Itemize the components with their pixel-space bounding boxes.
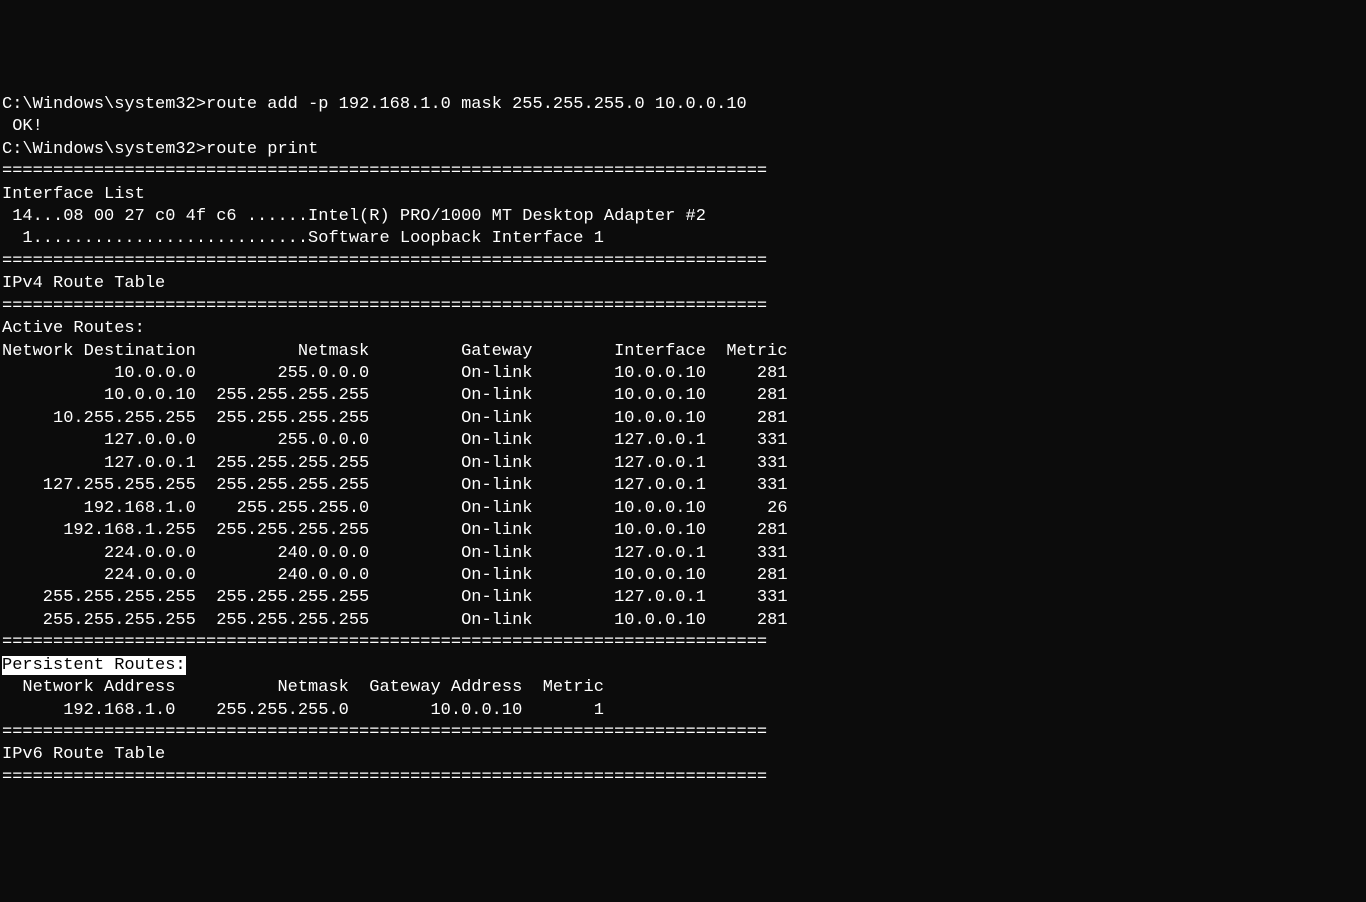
command-route-add: route add -p 192.168.1.0 mask 255.255.25…	[206, 95, 747, 114]
heading-line: Interface List	[2, 184, 1364, 206]
separator-line: ========================================…	[2, 161, 1364, 183]
route-entry: 255.255.255.255 255.255.255.255 On-link …	[2, 588, 788, 607]
table-row: 192.168.1.0 255.255.255.0 On-link 10.0.0…	[2, 498, 1364, 520]
table-row: 224.0.0.0 240.0.0.0 On-link 127.0.0.1 33…	[2, 543, 1364, 565]
interface-line: 1...........................Software Loo…	[2, 228, 1364, 250]
route-entry: 127.255.255.255 255.255.255.255 On-link …	[2, 476, 788, 495]
terminal-output[interactable]: C:\Windows\system32>route add -p 192.168…	[2, 94, 1364, 790]
heading-line: Persistent Routes:	[2, 655, 1364, 677]
persistent-routes-header: Network Address Netmask Gateway Address …	[2, 678, 604, 697]
table-row: 224.0.0.0 240.0.0.0 On-link 10.0.0.10 28…	[2, 565, 1364, 587]
route-entry: 10.0.0.0 255.0.0.0 On-link 10.0.0.10 281	[2, 364, 788, 383]
heading-line: IPv4 Route Table	[2, 273, 1364, 295]
table-row: 192.168.1.0 255.255.255.0 10.0.0.10 1	[2, 700, 1364, 722]
response-line: OK!	[2, 116, 1364, 138]
interface-entry: 14...08 00 27 c0 4f c6 ......Intel(R) PR…	[2, 207, 706, 226]
prompt: C:\Windows\system32>	[2, 140, 206, 159]
command-line: C:\Windows\system32>route add -p 192.168…	[2, 94, 1364, 116]
persistent-routes-heading: Persistent Routes:	[2, 656, 186, 675]
interface-list-heading: Interface List	[2, 185, 145, 204]
separator-line: ========================================…	[2, 251, 1364, 273]
active-routes-heading: Active Routes:	[2, 319, 145, 338]
ipv6-route-table-heading: IPv6 Route Table	[2, 745, 165, 764]
route-entry: 224.0.0.0 240.0.0.0 On-link 10.0.0.10 28…	[2, 566, 788, 585]
table-row: 192.168.1.255 255.255.255.255 On-link 10…	[2, 520, 1364, 542]
active-routes-header: Network Destination Netmask Gateway Inte…	[2, 342, 788, 361]
separator: ========================================…	[2, 162, 767, 181]
command-route-print: route print	[206, 140, 318, 159]
separator-line: ========================================…	[2, 722, 1364, 744]
separator: ========================================…	[2, 723, 767, 742]
table-row: 10.255.255.255 255.255.255.255 On-link 1…	[2, 408, 1364, 430]
interface-entry: 1...........................Software Loo…	[2, 229, 604, 248]
prompt: C:\Windows\system32>	[2, 95, 206, 114]
heading-line: IPv6 Route Table	[2, 744, 1364, 766]
route-entry: 255.255.255.255 255.255.255.255 On-link …	[2, 611, 788, 630]
table-header: Network Address Netmask Gateway Address …	[2, 677, 1364, 699]
route-entry: 192.168.1.0 255.255.255.0 On-link 10.0.0…	[2, 499, 788, 518]
route-entry: 127.0.0.0 255.0.0.0 On-link 127.0.0.1 33…	[2, 431, 788, 450]
table-row: 10.0.0.10 255.255.255.255 On-link 10.0.0…	[2, 385, 1364, 407]
separator: ========================================…	[2, 633, 767, 652]
route-entry: 192.168.1.255 255.255.255.255 On-link 10…	[2, 521, 788, 540]
separator: ========================================…	[2, 768, 767, 787]
ipv4-route-table-heading: IPv4 Route Table	[2, 274, 165, 293]
table-header: Network Destination Netmask Gateway Inte…	[2, 341, 1364, 363]
route-entry: 127.0.0.1 255.255.255.255 On-link 127.0.…	[2, 454, 788, 473]
interface-line: 14...08 00 27 c0 4f c6 ......Intel(R) PR…	[2, 206, 1364, 228]
route-entry: 10.255.255.255 255.255.255.255 On-link 1…	[2, 409, 788, 428]
table-row: 10.0.0.0 255.0.0.0 On-link 10.0.0.10 281	[2, 363, 1364, 385]
ok-response: OK!	[2, 117, 43, 136]
table-row: 255.255.255.255 255.255.255.255 On-link …	[2, 587, 1364, 609]
command-line: C:\Windows\system32>route print	[2, 139, 1364, 161]
separator: ========================================…	[2, 252, 767, 271]
route-entry: 224.0.0.0 240.0.0.0 On-link 127.0.0.1 33…	[2, 544, 788, 563]
separator-line: ========================================…	[2, 632, 1364, 654]
separator-line: ========================================…	[2, 767, 1364, 789]
route-entry: 10.0.0.10 255.255.255.255 On-link 10.0.0…	[2, 386, 788, 405]
table-row: 255.255.255.255 255.255.255.255 On-link …	[2, 610, 1364, 632]
table-row: 127.0.0.1 255.255.255.255 On-link 127.0.…	[2, 453, 1364, 475]
separator: ========================================…	[2, 297, 767, 316]
table-row: 127.0.0.0 255.0.0.0 On-link 127.0.0.1 33…	[2, 430, 1364, 452]
separator-line: ========================================…	[2, 296, 1364, 318]
persistent-route-entry: 192.168.1.0 255.255.255.0 10.0.0.10 1	[2, 701, 604, 720]
heading-line: Active Routes:	[2, 318, 1364, 340]
table-row: 127.255.255.255 255.255.255.255 On-link …	[2, 475, 1364, 497]
